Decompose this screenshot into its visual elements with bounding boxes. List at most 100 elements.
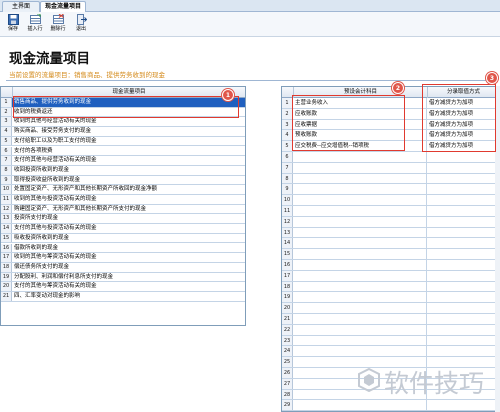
left-table-row[interactable]: 6 支付的各项税费 (1, 146, 245, 157)
entry-method-cell[interactable] (427, 292, 499, 302)
entry-method-cell[interactable] (427, 206, 499, 216)
right-table-row[interactable]: 16 (282, 260, 499, 271)
preset-account-cell[interactable] (293, 184, 427, 195)
left-table-row[interactable]: 21 四、汇率变动对现金的影响 (1, 292, 245, 302)
entry-method-cell[interactable] (427, 260, 499, 270)
delete-row-button[interactable]: 删除行 (47, 14, 69, 35)
preset-account-cell[interactable] (293, 249, 427, 259)
right-table-row[interactable]: 9 (282, 184, 499, 196)
entry-method-cell[interactable] (427, 282, 499, 292)
preset-account-cell[interactable] (293, 314, 427, 324)
preset-account-cell[interactable] (293, 335, 427, 346)
left-table-row[interactable]: 18 偿还债务所支付的现金 (1, 262, 245, 273)
cash-flow-item-cell[interactable]: 收到的其他与经营活动有关的现金 (12, 117, 245, 126)
cash-flow-item-cell[interactable]: 取得投资收益所收到的现金 (12, 176, 245, 185)
preset-account-cell[interactable] (293, 173, 427, 184)
left-table-row[interactable]: 4 购买商品、接受劳务支付的现金 (1, 127, 245, 137)
preset-account-cell[interactable] (293, 260, 427, 270)
cash-flow-item-cell[interactable]: 偿还债务所支付的现金 (12, 263, 245, 272)
right-table-row[interactable]: 11 (282, 206, 499, 217)
right-table-row[interactable]: 8 (282, 173, 499, 185)
preset-account-cell[interactable] (293, 195, 427, 205)
right-table-row[interactable]: 14 (282, 238, 499, 250)
left-table-row[interactable]: 13 投资所支付的现金 (1, 214, 245, 225)
entry-method-cell[interactable] (427, 336, 499, 346)
left-table-row[interactable]: 20 支付的其他与筹资活动有关的现金 (1, 282, 245, 292)
cash-flow-items-grid[interactable]: 现金流量项目 1 销售商品、提供劳务收到的现金 2 收到的税费返还 3 收到的其他与经营活… (0, 86, 246, 326)
left-table-row[interactable]: 10 处置固定资产、无形资产和其他长期资产所收回的现金净额 (1, 185, 245, 195)
insert-row-button[interactable]: 插入行 (24, 14, 46, 35)
left-table-row[interactable]: 17 收到的其他与筹资活动有关的现金 (1, 253, 245, 263)
preset-account-cell[interactable] (293, 346, 427, 357)
right-table-row[interactable]: 10 (282, 195, 499, 206)
cash-flow-item-cell[interactable]: 支付的其他与投资活动有关的现金 (12, 224, 245, 233)
preset-account-cell[interactable] (293, 206, 427, 216)
right-table-row[interactable]: 17 (282, 270, 499, 282)
cash-flow-item-cell[interactable]: 支付的其他与经营活动有关的现金 (12, 156, 245, 165)
entry-method-cell[interactable] (427, 174, 499, 184)
right-table-row[interactable]: 20 (282, 303, 499, 314)
cash-flow-item-cell[interactable]: 购建固定资产、无形资产和其他长期资产所支付的现金 (12, 205, 245, 214)
exit-button[interactable]: 退出 (70, 14, 92, 35)
save-button[interactable]: 保存 (2, 14, 24, 35)
entry-method-cell[interactable] (427, 184, 499, 194)
entry-method-cell[interactable] (427, 228, 499, 238)
entry-method-cell[interactable] (427, 400, 499, 410)
entry-method-cell[interactable] (427, 217, 499, 227)
right-table-row[interactable]: 29 (282, 400, 499, 412)
entry-method-cell[interactable] (427, 249, 499, 259)
right-table-row[interactable]: 22 (282, 324, 499, 336)
entry-method-cell[interactable] (427, 303, 499, 313)
right-table-row[interactable]: 19 (282, 292, 499, 304)
entry-method-cell[interactable] (427, 195, 499, 205)
left-table-row[interactable]: 8 收回投资所收到的现金 (1, 165, 245, 176)
entry-method-cell[interactable] (427, 314, 499, 324)
left-table-row[interactable]: 14 支付的其他与投资活动有关的现金 (1, 224, 245, 234)
cash-flow-item-cell[interactable]: 吸收投资所收到的现金 (12, 234, 245, 243)
cash-flow-item-cell[interactable]: 购买商品、接受劳务支付的现金 (12, 127, 245, 136)
cash-flow-item-cell[interactable]: 投资所支付的现金 (12, 214, 245, 223)
tab-cash-flow-items[interactable]: 现金流量项目 (40, 1, 86, 12)
preset-account-cell[interactable] (293, 281, 427, 292)
cash-flow-item-cell[interactable]: 处置固定资产、无形资产和其他长期资产所收回的现金净额 (12, 185, 245, 194)
preset-account-cell[interactable] (293, 324, 427, 335)
entry-method-cell[interactable] (427, 152, 499, 162)
left-table-row[interactable]: 5 支付给职工以及为职工支付的现金 (1, 136, 245, 147)
cash-flow-item-cell[interactable]: 四、汇率变动对现金的影响 (12, 292, 245, 301)
preset-account-cell[interactable] (293, 270, 427, 281)
right-table-row[interactable]: 15 (282, 249, 499, 260)
right-table-row[interactable]: 21 (282, 314, 499, 325)
left-table-row[interactable]: 7 支付的其他与经营活动有关的现金 (1, 156, 245, 166)
cash-flow-item-cell[interactable]: 收回投资所收到的现金 (12, 166, 245, 175)
left-table-row[interactable]: 12 购建固定资产、无形资产和其他长期资产所支付的现金 (1, 204, 245, 215)
right-table-row[interactable]: 12 (282, 216, 499, 228)
right-table-row[interactable]: 6 (282, 152, 499, 163)
left-table-row[interactable]: 15 吸收投资所收到的现金 (1, 233, 245, 244)
tab-main[interactable]: 主界面 (2, 1, 40, 12)
left-table-row[interactable]: 16 借款所收到的现金 (1, 243, 245, 254)
cash-flow-item-cell[interactable]: 分配股利、利润和偿付利息所支付的现金 (12, 273, 245, 282)
right-table-row[interactable]: 24 (282, 346, 499, 358)
entry-method-cell[interactable] (427, 271, 499, 281)
preset-account-cell[interactable] (293, 292, 427, 303)
preset-account-cell[interactable] (293, 400, 427, 411)
left-table-row[interactable]: 11 收到的其他与投资活动有关的现金 (1, 195, 245, 205)
left-table-row[interactable]: 19 分配股利、利润和偿付利息所支付的现金 (1, 272, 245, 283)
cash-flow-item-cell[interactable]: 收到的其他与投资活动有关的现金 (12, 195, 245, 204)
right-table-row[interactable]: 13 (282, 227, 499, 239)
entry-method-cell[interactable] (427, 163, 499, 173)
left-table-row[interactable]: 9 取得投资收益所收到的现金 (1, 175, 245, 186)
entry-method-cell[interactable] (427, 238, 499, 248)
right-table-row[interactable]: 23 (282, 335, 499, 347)
preset-account-cell[interactable] (293, 162, 427, 173)
left-table-row[interactable]: 3 收到的其他与经营活动有关的现金 (1, 117, 245, 128)
preset-account-cell[interactable] (293, 216, 427, 227)
cash-flow-item-cell[interactable]: 支付给职工以及为职工支付的现金 (12, 137, 245, 146)
cash-flow-item-cell[interactable]: 支付的其他与筹资活动有关的现金 (12, 282, 245, 291)
preset-account-cell[interactable] (293, 227, 427, 238)
cash-flow-item-cell[interactable]: 借款所收到的现金 (12, 244, 245, 253)
cash-flow-item-cell[interactable]: 支付的各项税费 (12, 147, 245, 156)
cash-flow-item-cell[interactable]: 收到的其他与筹资活动有关的现金 (12, 253, 245, 262)
entry-method-cell[interactable] (427, 346, 499, 356)
right-table-row[interactable]: 7 (282, 162, 499, 174)
